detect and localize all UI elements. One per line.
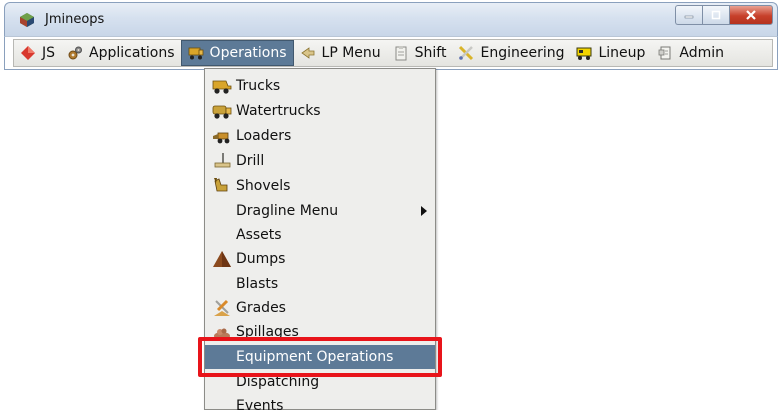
submenu-arrow-icon — [421, 206, 427, 216]
menu-label: Shift — [414, 45, 447, 61]
menu-item-label: Grades — [236, 300, 286, 316]
menu-item-label: Assets — [236, 227, 282, 243]
menu-item-grades[interactable]: Grades — [205, 296, 435, 320]
menu-js[interactable]: JS — [14, 40, 61, 66]
menu-item-trucks[interactable]: Trucks — [205, 74, 435, 98]
loader-icon — [213, 132, 230, 144]
truck-icon — [188, 47, 203, 60]
menu-label: Admin — [679, 45, 725, 61]
menu-label: JS — [42, 45, 56, 61]
maximize-button[interactable] — [702, 5, 729, 25]
gears-icon — [68, 46, 83, 60]
menu-item-label: Events — [236, 398, 284, 410]
menu-item-events[interactable]: Events — [205, 394, 435, 410]
menu-item-loaders[interactable]: Loaders — [205, 124, 435, 148]
menu-item-label: Loaders — [236, 128, 292, 144]
js-diamond-icon — [21, 46, 35, 60]
shovel-icon — [214, 178, 228, 192]
menu-item-label: Shovels — [236, 178, 291, 194]
menu-item-blasts[interactable]: Blasts — [205, 272, 435, 296]
menu-admin[interactable]: Admin — [651, 40, 730, 66]
menu-label: Engineering — [480, 45, 565, 61]
menu-item-watertrucks[interactable]: Watertrucks — [205, 99, 435, 123]
app-logo-icon — [20, 13, 34, 27]
menu-item-assets[interactable]: Assets — [205, 223, 435, 247]
menu-engineering[interactable]: Engineering — [452, 40, 570, 66]
drill-icon — [214, 153, 231, 168]
menu-label: Operations — [209, 45, 287, 61]
window-controls — [675, 5, 773, 25]
dump-pile-icon — [213, 251, 231, 267]
annotation-highlight-box — [198, 337, 442, 377]
menu-item-label: Dumps — [236, 251, 286, 267]
minimize-icon — [684, 15, 694, 19]
menu-item-shovels[interactable]: Shovels — [205, 174, 435, 198]
menu-shift[interactable]: Shift — [387, 40, 453, 66]
lineup-truck-icon — [576, 47, 592, 60]
clipboard-icon — [395, 46, 407, 61]
menu-label: Applications — [89, 45, 175, 61]
menu-bar: JS Applications Operations LP Menu Shift… — [4, 36, 778, 70]
menu-operations[interactable]: Operations — [180, 40, 294, 66]
menu-item-dragline[interactable]: Dragline Menu — [205, 199, 435, 223]
menu-label: LP Menu — [321, 45, 381, 61]
menu-item-label: Trucks — [236, 78, 281, 94]
menu-item-dumps[interactable]: Dumps — [205, 247, 435, 271]
menu-lp[interactable]: LP Menu — [294, 40, 387, 66]
lp-arrow-icon — [300, 47, 314, 59]
watertruck-icon — [212, 105, 232, 119]
menu-item-label: Dragline Menu — [236, 203, 339, 219]
title-bar[interactable]: Jmineops — [4, 2, 778, 36]
window-title: Jmineops — [45, 12, 105, 27]
admin-icon — [659, 46, 671, 60]
menu-lineup[interactable]: Lineup — [570, 40, 651, 66]
tools-icon — [459, 45, 474, 61]
maximize-icon — [711, 10, 721, 20]
menu-item-label: Drill — [236, 153, 265, 169]
menu-label: Lineup — [598, 45, 646, 61]
minimize-button[interactable] — [675, 5, 702, 25]
truck-icon — [212, 80, 232, 94]
menu-item-drill[interactable]: Drill — [205, 149, 435, 173]
grades-icon — [214, 299, 230, 316]
menu-item-label: Watertrucks — [236, 103, 321, 119]
menu-item-label: Blasts — [236, 276, 279, 292]
menu-bar-strip: JS Applications Operations LP Menu Shift… — [13, 39, 773, 67]
close-button[interactable] — [729, 5, 773, 25]
menu-applications[interactable]: Applications — [61, 40, 181, 66]
close-icon — [746, 10, 756, 20]
